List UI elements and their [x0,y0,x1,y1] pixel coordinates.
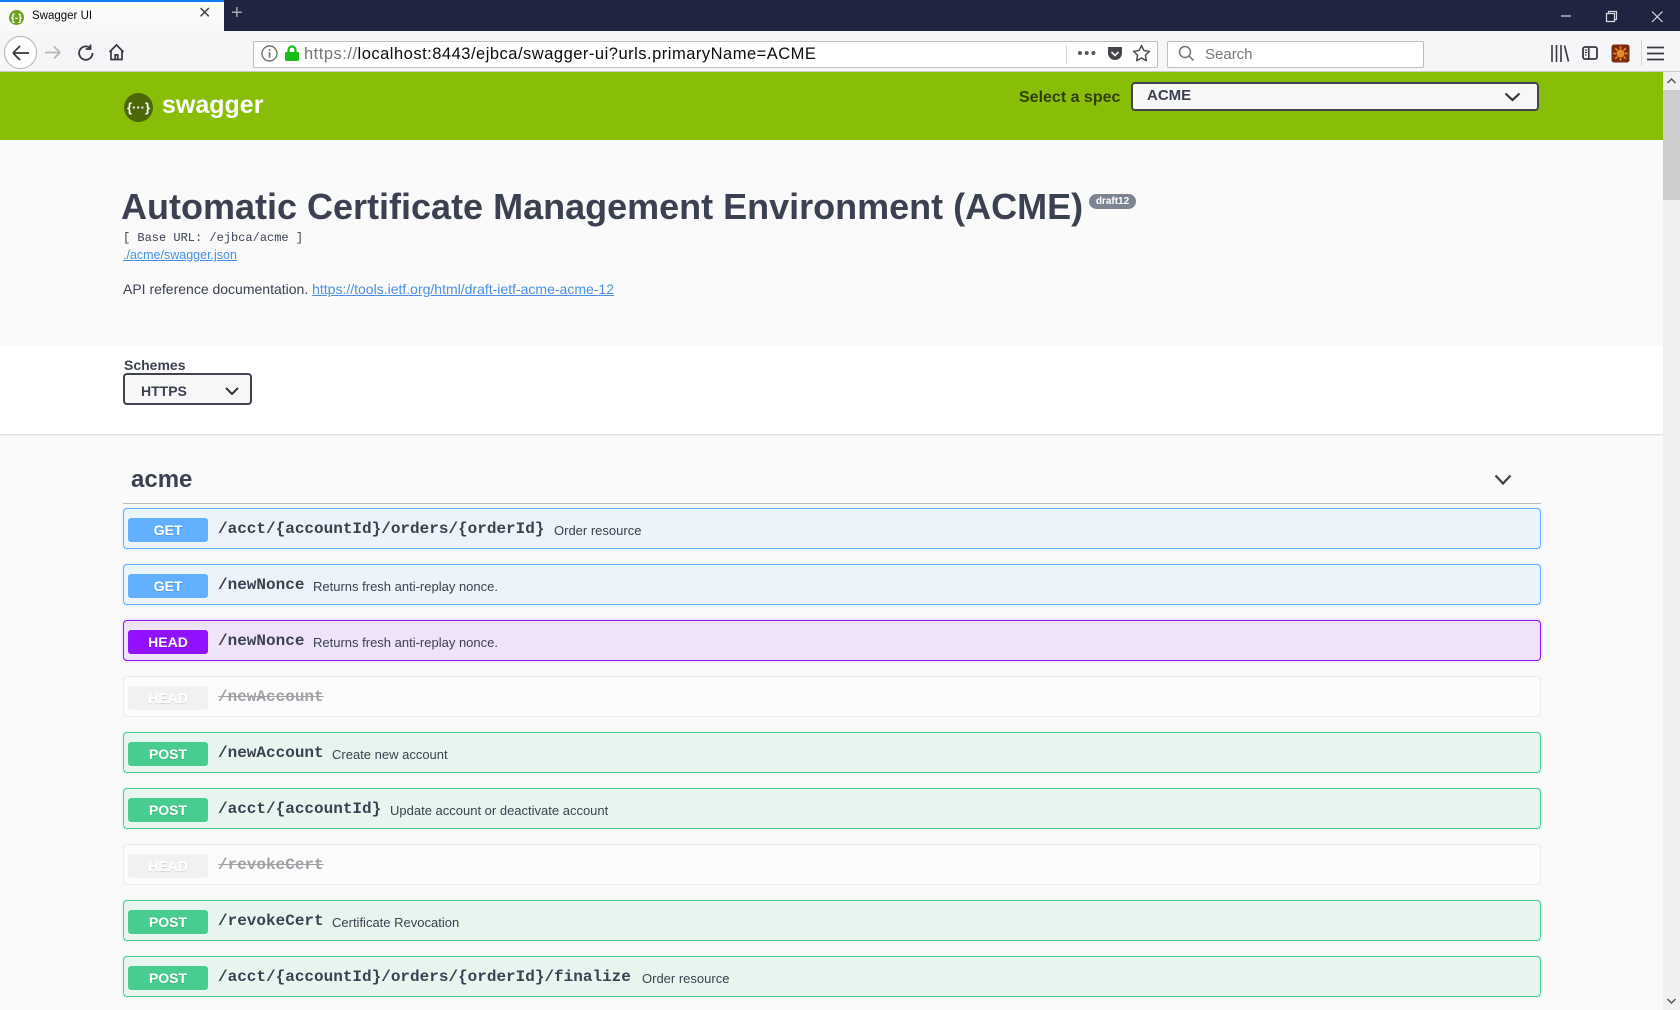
svg-text:{-}: {-} [11,13,22,24]
svg-text:{···}: {···} [127,100,150,115]
